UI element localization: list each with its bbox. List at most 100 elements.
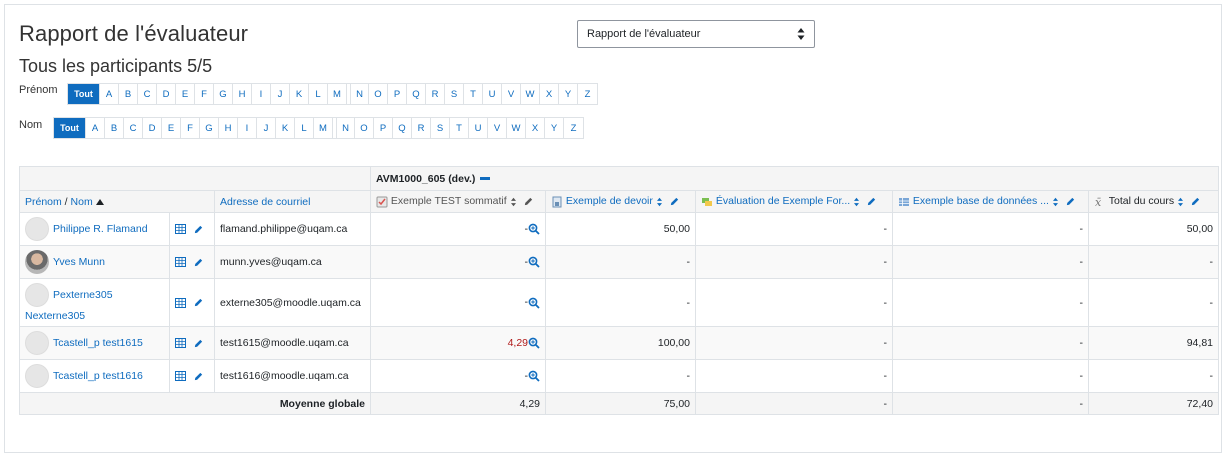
sort-firstname-link[interactable]: Prénom: [25, 196, 62, 208]
firstname-letter-l[interactable]: L: [309, 84, 328, 104]
zoom-in-icon[interactable]: [528, 256, 540, 268]
report-type-select[interactable]: Rapport de l'évaluateur: [577, 20, 815, 48]
lastname-letter-j[interactable]: J: [257, 118, 276, 138]
firstname-all-button[interactable]: Tout: [68, 84, 100, 104]
grades-table-icon[interactable]: [175, 371, 186, 382]
grade-cell-devoir[interactable]: 100,00: [545, 326, 696, 360]
lastname-letter-g[interactable]: G: [200, 118, 219, 138]
firstname-letter-d[interactable]: D: [157, 84, 176, 104]
student-name-link[interactable]: Tcastell_p test1615: [53, 337, 143, 349]
lastname-letter-x[interactable]: X: [526, 118, 545, 138]
sort-updown-icon[interactable]: [853, 197, 860, 207]
firstname-letter-v[interactable]: V: [502, 84, 521, 104]
firstname-letter-p[interactable]: P: [388, 84, 407, 104]
firstname-letter-i[interactable]: I: [252, 84, 271, 104]
firstname-letter-x[interactable]: X: [540, 84, 559, 104]
firstname-letter-a[interactable]: A: [100, 84, 119, 104]
edit-pencil-icon[interactable]: [193, 224, 204, 235]
lastname-all-button[interactable]: Tout: [54, 118, 86, 138]
grades-table-icon[interactable]: [175, 338, 186, 349]
firstname-letter-t[interactable]: T: [464, 84, 483, 104]
collapse-minus-icon[interactable]: [480, 177, 491, 181]
grade-cell-total[interactable]: -: [1088, 278, 1219, 327]
firstname-letter-y[interactable]: Y: [559, 84, 578, 104]
lastname-letter-v[interactable]: V: [488, 118, 507, 138]
grade-cell-bdd[interactable]: -: [892, 326, 1089, 360]
lastname-letter-w[interactable]: W: [507, 118, 526, 138]
grade-cell-devoir[interactable]: -: [545, 245, 696, 279]
grade-cell-eval[interactable]: -: [695, 359, 893, 393]
item-name-total[interactable]: Total du cours: [1109, 195, 1174, 207]
item-name-devoir[interactable]: Exemple de devoir: [566, 195, 653, 207]
lastname-letter-e[interactable]: E: [162, 118, 181, 138]
edit-pencil-icon[interactable]: [193, 338, 204, 349]
lastname-letter-f[interactable]: F: [181, 118, 200, 138]
grade-cell-eval[interactable]: -: [695, 278, 893, 327]
grade-cell-total[interactable]: -: [1088, 245, 1219, 279]
lastname-letter-y[interactable]: Y: [545, 118, 564, 138]
lastname-letter-b[interactable]: B: [105, 118, 124, 138]
firstname-letter-w[interactable]: W: [521, 84, 540, 104]
lastname-letter-k[interactable]: K: [276, 118, 295, 138]
sort-updown-icon[interactable]: [510, 197, 517, 207]
lastname-letter-l[interactable]: L: [295, 118, 314, 138]
grade-cell-test[interactable]: -: [370, 359, 546, 393]
item-name-bdd[interactable]: Exemple base de données ...: [913, 195, 1049, 207]
edit-pencil-icon[interactable]: [193, 257, 204, 268]
lastname-letter-i[interactable]: I: [238, 118, 257, 138]
grade-cell-eval[interactable]: -: [695, 245, 893, 279]
lastname-letter-o[interactable]: O: [355, 118, 374, 138]
sort-lastname-link[interactable]: Nom: [71, 196, 93, 208]
lastname-letter-q[interactable]: Q: [393, 118, 412, 138]
grade-cell-bdd[interactable]: -: [892, 245, 1089, 279]
firstname-letter-q[interactable]: Q: [407, 84, 426, 104]
grades-table-icon[interactable]: [175, 297, 186, 308]
firstname-letter-k[interactable]: K: [290, 84, 309, 104]
item-name-eval[interactable]: Évaluation de Exemple For...: [716, 195, 850, 207]
edit-pencil-icon[interactable]: [193, 297, 204, 308]
edit-pencil-icon[interactable]: [669, 196, 680, 207]
student-name-link[interactable]: Yves Munn: [53, 256, 105, 268]
grade-cell-total[interactable]: 50,00: [1088, 212, 1219, 246]
edit-pencil-icon[interactable]: [193, 371, 204, 382]
grade-cell-bdd[interactable]: -: [892, 212, 1089, 246]
lastname-letter-z[interactable]: Z: [564, 118, 583, 138]
grade-cell-test[interactable]: -: [370, 278, 546, 327]
firstname-letter-u[interactable]: U: [483, 84, 502, 104]
grades-table-icon[interactable]: [175, 224, 186, 235]
student-name-link[interactable]: Philippe R. Flamand: [53, 223, 148, 235]
lastname-letter-t[interactable]: T: [450, 118, 469, 138]
firstname-letter-f[interactable]: F: [195, 84, 214, 104]
student-name-link[interactable]: Tcastell_p test1616: [53, 370, 143, 382]
grade-cell-eval[interactable]: -: [695, 326, 893, 360]
edit-pencil-icon[interactable]: [866, 196, 877, 207]
zoom-in-icon[interactable]: [528, 297, 540, 309]
lastname-letter-h[interactable]: H: [219, 118, 238, 138]
sort-updown-icon[interactable]: [656, 197, 663, 207]
edit-pencil-icon[interactable]: [523, 196, 534, 207]
lastname-letter-r[interactable]: R: [412, 118, 431, 138]
sort-updown-icon[interactable]: [1052, 197, 1059, 207]
grade-cell-total[interactable]: 94,81: [1088, 326, 1219, 360]
edit-pencil-icon[interactable]: [1190, 196, 1201, 207]
grades-table-icon[interactable]: [175, 257, 186, 268]
grade-cell-test[interactable]: -: [370, 245, 546, 279]
firstname-letter-o[interactable]: O: [369, 84, 388, 104]
firstname-letter-m[interactable]: M: [328, 84, 347, 104]
grade-cell-total[interactable]: -: [1088, 359, 1219, 393]
grade-cell-eval[interactable]: -: [695, 212, 893, 246]
lastname-letter-s[interactable]: S: [431, 118, 450, 138]
lastname-letter-p[interactable]: P: [374, 118, 393, 138]
firstname-letter-g[interactable]: G: [214, 84, 233, 104]
student-name-link[interactable]: Pexterne305: [53, 288, 113, 300]
sort-updown-icon[interactable]: [1177, 197, 1184, 207]
lastname-letter-a[interactable]: A: [86, 118, 105, 138]
firstname-letter-j[interactable]: J: [271, 84, 290, 104]
zoom-in-icon[interactable]: [528, 337, 540, 349]
lastname-letter-d[interactable]: D: [143, 118, 162, 138]
grade-cell-bdd[interactable]: -: [892, 278, 1089, 327]
student-lastname-link[interactable]: Nexterne305: [25, 310, 85, 322]
item-name-test[interactable]: Exemple TEST sommatif: [391, 195, 507, 207]
grade-cell-bdd[interactable]: -: [892, 359, 1089, 393]
grade-cell-test[interactable]: 4,29: [370, 326, 546, 360]
